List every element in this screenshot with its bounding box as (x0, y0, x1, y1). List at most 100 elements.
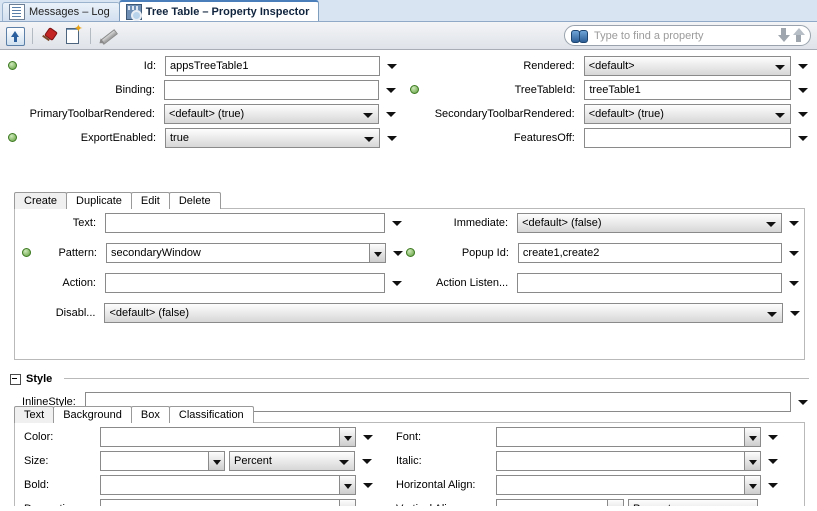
action-listener-field[interactable] (517, 272, 782, 293)
property-row-font: Font: (396, 426, 796, 447)
tab-delete[interactable]: Delete (168, 192, 221, 209)
italic-combo[interactable] (496, 450, 761, 471)
binoculars-icon (571, 29, 588, 43)
binding-field[interactable] (164, 79, 379, 100)
arrow-up-in-box-icon[interactable] (6, 26, 25, 46)
property-label: FeaturesOff: (513, 131, 575, 144)
italic-menu-arrow-icon[interactable] (767, 451, 780, 471)
property-row-color: Color: (24, 426, 414, 447)
tree-table-id-menu-arrow-icon[interactable] (797, 80, 810, 100)
secondary-toolbar-rendered-combo[interactable]: <default> (true) (583, 103, 791, 124)
minus-box-icon[interactable] (10, 373, 21, 385)
export-enabled-combo[interactable]: true (165, 127, 380, 148)
property-label: Italic: (396, 454, 422, 467)
property-marker-icon (406, 248, 415, 257)
size-combo[interactable] (100, 450, 225, 471)
tabstrip-filler (318, 20, 817, 21)
horizontal-align-combo[interactable] (496, 474, 761, 495)
font-combo[interactable] (496, 426, 761, 447)
color-menu-arrow-icon[interactable] (362, 427, 375, 447)
pin-icon[interactable] (40, 26, 60, 46)
tab-label: Delete (178, 195, 211, 207)
popup-id-menu-arrow-icon[interactable] (788, 243, 801, 263)
vertical-align-combo[interactable] (496, 498, 624, 506)
property-row-primary-toolbar-rendered: PrimaryToolbarRendered: <default> (true) (8, 103, 408, 124)
property-label: Popup Id: (461, 246, 509, 259)
property-row-size: Size: Percent (24, 450, 414, 471)
tab-text[interactable]: Text (14, 406, 55, 423)
search-input[interactable] (592, 28, 776, 43)
disabled-combo[interactable]: <default> (false) (104, 302, 783, 323)
size-menu-arrow-icon[interactable] (361, 451, 374, 471)
color-combo[interactable] (100, 426, 356, 447)
export-enabled-menu-arrow-icon[interactable] (386, 128, 399, 148)
decoration-menu-arrow-icon[interactable] (362, 499, 375, 507)
secondary-toolbar-rendered-menu-arrow-icon[interactable] (797, 104, 810, 124)
primary-toolbar-rendered-combo[interactable]: <default> (true) (164, 103, 379, 124)
property-label: SecondaryToolbarRendered: (434, 107, 575, 120)
pattern-combo[interactable]: secondaryWindow (106, 242, 386, 263)
bold-combo[interactable] (100, 474, 356, 495)
arrow-up-icon[interactable] (792, 28, 806, 43)
features-off-field[interactable] (583, 127, 791, 148)
property-label: Action: (62, 276, 96, 289)
pattern-menu-arrow-icon[interactable] (392, 243, 405, 263)
property-row-bold: Bold: (24, 474, 414, 495)
property-row-vertical-align: Vertical Align: Percent (396, 498, 796, 506)
tree-table-id-field[interactable]: treeTable1 (584, 79, 791, 100)
property-marker-icon (22, 248, 31, 257)
bold-menu-arrow-icon[interactable] (362, 475, 375, 495)
size-unit-combo[interactable]: Percent (229, 450, 355, 471)
property-label: Id: (143, 59, 156, 72)
property-label: Color: (24, 430, 54, 443)
toolbar-separator (32, 27, 33, 44)
arrow-down-icon[interactable] (777, 28, 791, 43)
disabled-menu-arrow-icon[interactable] (789, 303, 802, 323)
tab-duplicate[interactable]: Duplicate (66, 192, 132, 209)
toolbar-separator (90, 27, 91, 44)
vertical-align-menu-arrow-icon[interactable] (764, 499, 777, 507)
pencil-icon[interactable] (98, 26, 118, 46)
new-document-icon[interactable] (63, 24, 83, 46)
rendered-combo[interactable]: <default> (583, 55, 791, 76)
binding-menu-arrow-icon[interactable] (385, 80, 398, 100)
tab-messages-log[interactable]: Messages – Log (2, 2, 120, 21)
tab-background[interactable]: Background (53, 406, 132, 423)
property-label: Immediate: (453, 216, 509, 229)
vertical-align-unit-combo[interactable]: Percent (628, 498, 758, 506)
property-row-disabled: Disabl... <default> (false) (22, 302, 802, 323)
font-menu-arrow-icon[interactable] (767, 427, 780, 447)
tab-create[interactable]: Create (14, 192, 68, 209)
tab-tree-table-property-inspector[interactable]: Tree Table – Property Inspector (118, 0, 320, 21)
property-row-text: Text: (22, 212, 412, 233)
action-listener-menu-arrow-icon[interactable] (788, 273, 801, 293)
id-field[interactable]: appsTreeTable1 (165, 55, 380, 76)
action-menu-arrow-icon[interactable] (391, 273, 404, 293)
property-label: PrimaryToolbarRendered: (29, 107, 155, 120)
tab-box[interactable]: Box (130, 406, 170, 423)
id-menu-arrow-icon[interactable] (386, 56, 399, 76)
horizontal-align-menu-arrow-icon[interactable] (767, 475, 780, 495)
property-row-id: Id: appsTreeTable1 (8, 55, 408, 76)
decoration-combo[interactable] (100, 498, 356, 506)
text-menu-arrow-icon[interactable] (391, 213, 404, 233)
property-label: Bold: (24, 478, 50, 491)
features-off-menu-arrow-icon[interactable] (797, 128, 810, 148)
tab-edit[interactable]: Edit (130, 192, 170, 209)
rendered-menu-arrow-icon[interactable] (797, 56, 810, 76)
property-row-tree-table-id: TreeTableId: treeTable1 (410, 79, 810, 100)
action-field[interactable] (105, 272, 385, 293)
property-label: Font: (396, 430, 422, 443)
style-section-header[interactable]: Style (10, 373, 52, 385)
popup-id-field[interactable]: create1,create2 (517, 242, 782, 263)
tab-classification[interactable]: Classification (168, 406, 254, 423)
text-field[interactable] (105, 212, 385, 233)
property-inspector-icon (125, 3, 142, 21)
immediate-combo[interactable]: <default> (false) (517, 212, 782, 233)
tab-label: Edit (140, 195, 160, 207)
immediate-menu-arrow-icon[interactable] (788, 213, 801, 233)
property-row-pattern: Pattern: secondaryWindow (22, 242, 412, 263)
primary-toolbar-rendered-menu-arrow-icon[interactable] (385, 104, 398, 124)
inline-style-menu-arrow-icon[interactable] (797, 392, 810, 412)
search-box[interactable] (564, 25, 811, 46)
